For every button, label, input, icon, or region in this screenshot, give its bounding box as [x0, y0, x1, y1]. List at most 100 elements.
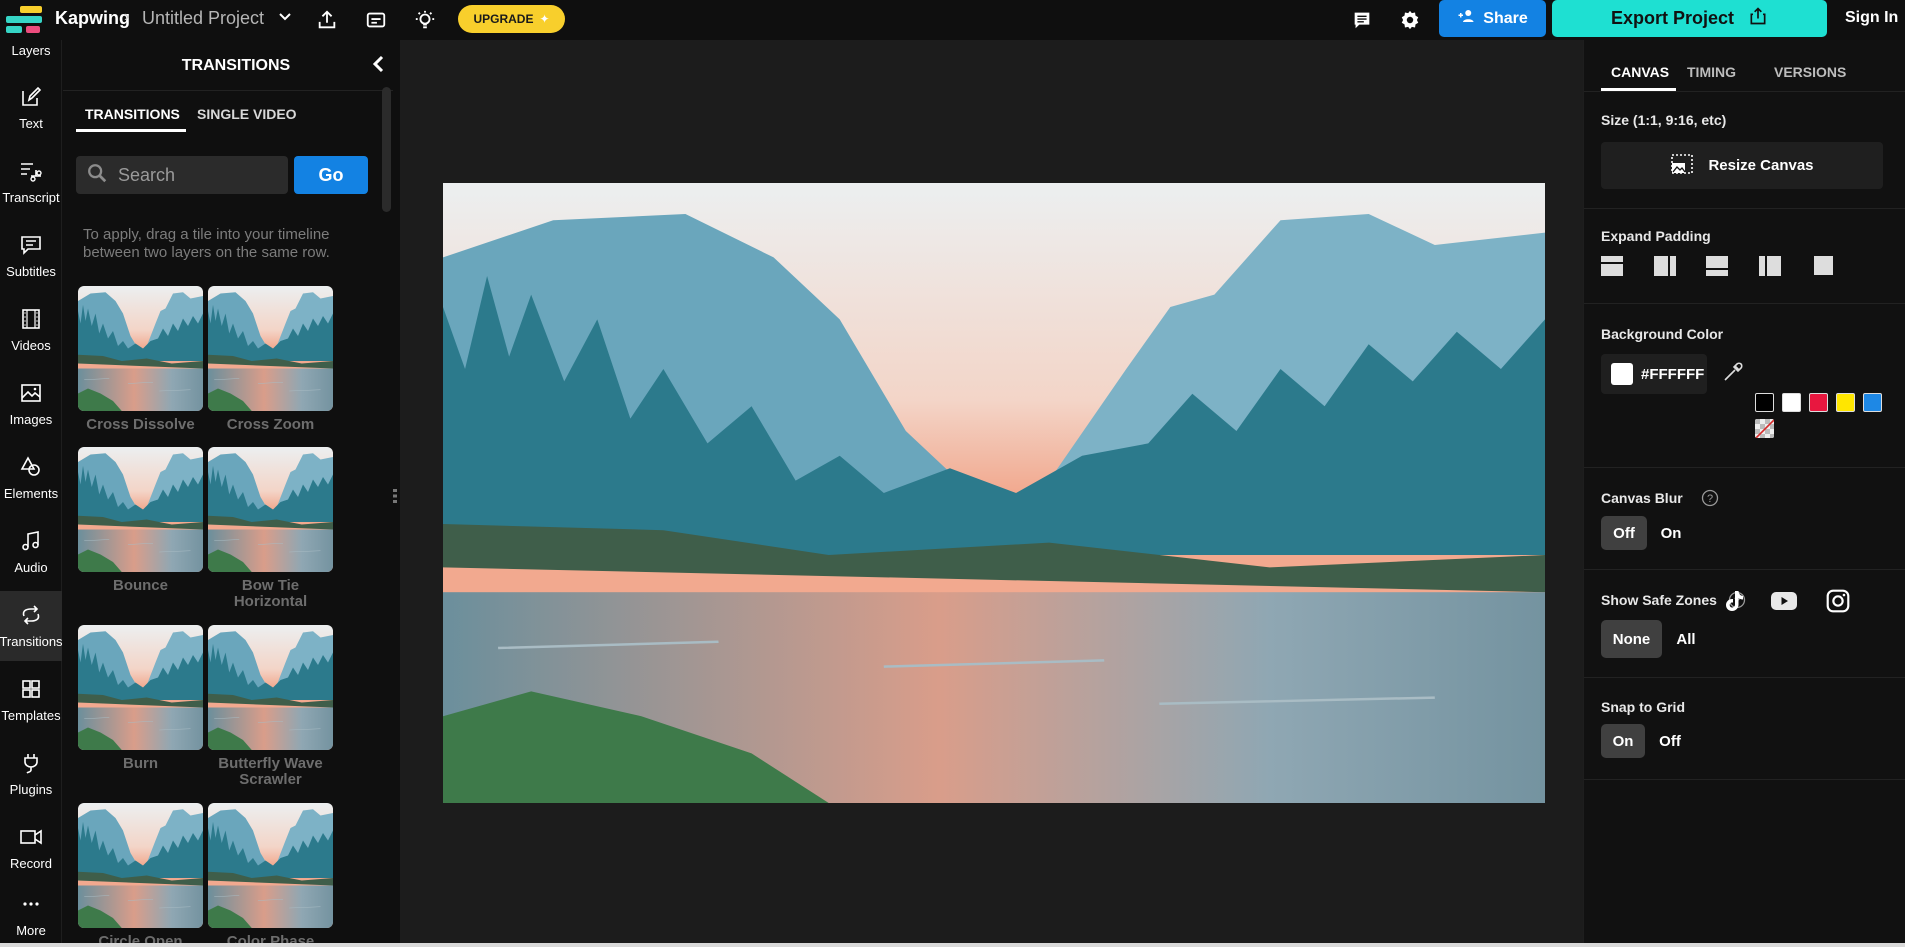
eyedropper-icon[interactable] — [1721, 360, 1745, 384]
sidebar-item-record[interactable]: Record — [0, 813, 62, 883]
sidebar-item-subtitles[interactable]: Subtitles — [0, 221, 62, 291]
top-bar: Kapwing › Untitled Project UPGRADE ✦ Sha… — [0, 0, 1905, 40]
subtitles-icon[interactable] — [362, 6, 390, 34]
music-note-icon — [19, 529, 43, 556]
share-button[interactable]: Share — [1439, 0, 1546, 37]
left-sidebar-nav: Layers Text Transcript Subtitles Videos … — [0, 40, 63, 943]
window-bottom-edge — [0, 943, 1905, 947]
canvas-blur-off-button[interactable]: Off — [1601, 516, 1647, 550]
tab-versions[interactable]: VERSIONS — [1774, 64, 1846, 80]
sidebar-item-layers[interactable]: Layers — [0, 18, 62, 58]
transition-tile[interactable]: Circle Open — [78, 803, 203, 947]
canvas-blur-on-button[interactable]: On — [1651, 516, 1691, 550]
upload-icon[interactable] — [313, 6, 341, 34]
sparkle-icon: ✦ — [539, 12, 550, 26]
sidebar-item-text[interactable]: Text — [0, 73, 62, 143]
background-color-label: Background Color — [1601, 326, 1724, 342]
sidebar-item-plugins[interactable]: Plugins — [0, 739, 62, 809]
resize-canvas-label: Resize Canvas — [1708, 157, 1814, 174]
lightbulb-icon[interactable] — [411, 6, 439, 34]
search-input[interactable] — [118, 164, 268, 186]
sidebar-item-label: Transcript — [2, 190, 60, 205]
search-icon — [86, 162, 108, 189]
camera-icon — [19, 825, 43, 852]
panel-divider — [63, 90, 393, 91]
transition-tile[interactable]: Bow Tie Horizontal — [208, 447, 333, 610]
color-preset-black[interactable] — [1755, 393, 1774, 412]
search-field[interactable] — [76, 156, 288, 194]
chevron-down-icon[interactable] — [276, 8, 294, 26]
sidebar-item-templates[interactable]: Templates — [0, 665, 62, 735]
color-preset-transparent[interactable] — [1755, 419, 1774, 438]
subtitles-icon — [19, 233, 43, 260]
color-preset-yellow[interactable] — [1836, 393, 1855, 412]
upgrade-label: UPGRADE — [473, 12, 534, 26]
canvas-video-preview[interactable] — [443, 183, 1545, 803]
tiktok-icon[interactable] — [1721, 586, 1747, 616]
pad-none-icon[interactable] — [1813, 256, 1835, 276]
more-dots-icon — [19, 892, 43, 919]
image-icon — [19, 381, 43, 408]
sidebar-item-label: Audio — [14, 560, 48, 575]
text-edit-icon — [19, 85, 43, 112]
tile-label: Cross Zoom — [226, 416, 315, 433]
divider — [1584, 91, 1905, 92]
transition-tile[interactable]: Cross Dissolve — [78, 286, 203, 433]
upgrade-button[interactable]: UPGRADE ✦ — [458, 5, 565, 33]
transition-tile[interactable]: Color Phase — [208, 803, 333, 947]
collapse-panel-chevron-left-icon[interactable] — [368, 52, 388, 76]
plug-icon — [19, 751, 43, 778]
background-color-field[interactable]: #FFFFFF — [1601, 354, 1707, 394]
breadcrumb-separator: › — [124, 8, 130, 25]
instagram-icon[interactable] — [1825, 586, 1851, 616]
help-icon[interactable]: ? — [1701, 489, 1719, 507]
tab-transitions[interactable]: TRANSITIONS — [85, 106, 180, 122]
transition-tile[interactable]: Bounce — [78, 447, 203, 594]
resize-canvas-button[interactable]: Resize Canvas — [1601, 142, 1883, 189]
pad-left-icon[interactable] — [1759, 256, 1781, 276]
tab-timing[interactable]: TIMING — [1687, 64, 1736, 80]
brand-name[interactable]: Kapwing — [55, 8, 130, 29]
color-preset-white[interactable] — [1782, 393, 1801, 412]
comments-icon[interactable] — [1348, 6, 1376, 34]
tab-canvas[interactable]: CANVAS — [1611, 64, 1669, 80]
tile-label: Cross Dissolve — [86, 416, 195, 433]
color-preset-blue[interactable] — [1863, 393, 1882, 412]
sidebar-item-label: Elements — [3, 486, 59, 501]
pad-right-icon[interactable] — [1654, 256, 1676, 276]
project-title[interactable]: Untitled Project — [142, 8, 264, 29]
pad-bottom-icon[interactable] — [1706, 256, 1728, 276]
tile-thumbnail — [208, 625, 333, 750]
color-preset-red[interactable] — [1809, 393, 1828, 412]
sidebar-item-elements[interactable]: Elements — [0, 443, 62, 513]
export-label: Export Project — [1610, 8, 1735, 28]
pad-top-icon[interactable] — [1601, 256, 1623, 276]
sidebar-item-images[interactable]: Images — [0, 369, 62, 439]
sidebar-item-transitions[interactable]: Transitions — [0, 591, 63, 661]
snap-off-button[interactable]: Off — [1649, 724, 1691, 758]
export-project-button[interactable]: Export Project — [1552, 0, 1827, 37]
tab-single-video[interactable]: SINGLE VIDEO — [197, 106, 297, 122]
transition-tile[interactable]: Burn — [78, 625, 203, 772]
sidebar-item-videos[interactable]: Videos — [0, 295, 62, 365]
svg-text:?: ? — [1707, 493, 1713, 505]
safe-zones-all-button[interactable]: All — [1666, 620, 1706, 658]
go-button[interactable]: Go — [294, 156, 368, 194]
transition-tile[interactable]: Butterfly Wave Scrawler — [208, 625, 333, 788]
transitions-panel: TRANSITIONS TRANSITIONS SINGLE VIDEO Go … — [63, 40, 393, 947]
panel-scrollbar[interactable] — [382, 87, 391, 212]
sidebar-item-more[interactable]: More — [0, 880, 62, 947]
tile-thumbnail — [208, 286, 333, 411]
transition-tile[interactable]: Cross Zoom — [208, 286, 333, 433]
youtube-icon[interactable] — [1771, 586, 1797, 616]
panel-resize-handle[interactable] — [393, 488, 397, 504]
sidebar-item-transcript[interactable]: Transcript — [0, 147, 62, 217]
settings-gear-icon[interactable] — [1396, 6, 1424, 34]
sidebar-item-label: Templates — [1, 708, 61, 723]
safe-zones-none-button[interactable]: None — [1601, 620, 1662, 658]
tile-thumbnail — [78, 625, 203, 750]
transitions-icon — [19, 603, 43, 630]
snap-on-button[interactable]: On — [1601, 724, 1645, 758]
sign-in-link[interactable]: Sign In — [1845, 9, 1898, 27]
sidebar-item-audio[interactable]: Audio — [0, 517, 62, 587]
